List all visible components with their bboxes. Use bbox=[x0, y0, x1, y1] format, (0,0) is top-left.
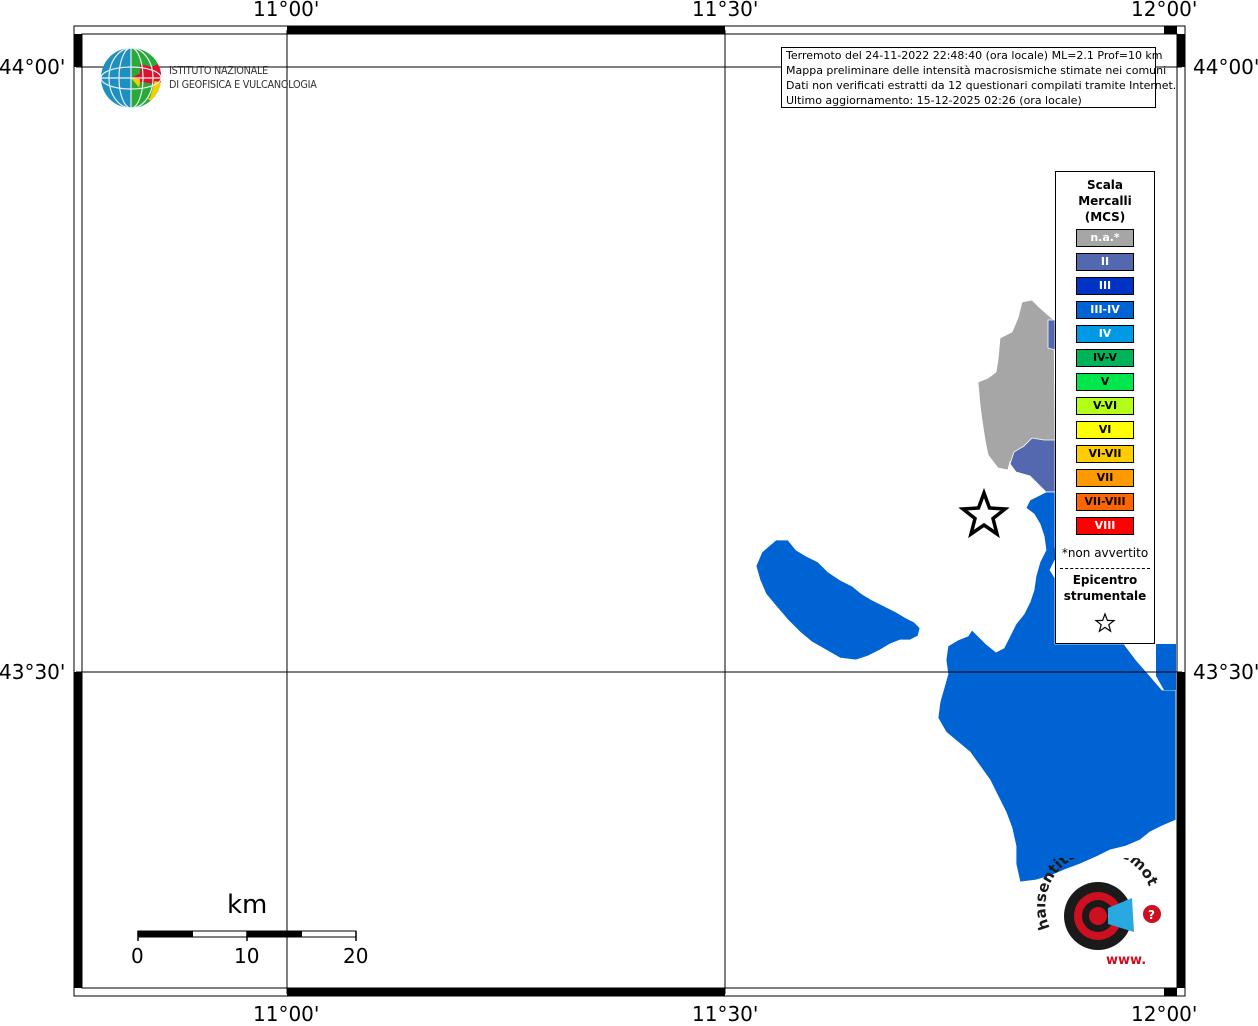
info-line1: Terremoto del 24-11-2022 22:48:40 (ora l… bbox=[786, 49, 1163, 62]
scale-tick-0: 0 bbox=[131, 944, 144, 968]
legend-epicenter-line1: Epicentro bbox=[1072, 573, 1138, 587]
lon-label-bottom-1130: 11°30' bbox=[692, 1002, 759, 1026]
lat-label-right-4400: 44°00' bbox=[1193, 55, 1258, 79]
legend-swatch: n.a.* bbox=[1076, 229, 1134, 247]
legend-swatch: V-VI bbox=[1076, 397, 1134, 415]
legend-title: Scala Mercalli (MCS) bbox=[1056, 177, 1154, 225]
lat-label-right-4330: 43°30' bbox=[1193, 660, 1258, 684]
legend-swatch: III bbox=[1076, 277, 1134, 295]
scale-tick-20: 20 bbox=[343, 944, 369, 968]
legend-note: *non avvertito bbox=[1061, 546, 1149, 560]
hst-question-icon: ? bbox=[1148, 908, 1155, 922]
scale-bar bbox=[137, 930, 357, 941]
lat-label-left-4330: 43°30' bbox=[0, 660, 66, 684]
haisentito-logo: ? haisentitoilterremoto.it www. bbox=[1036, 858, 1162, 968]
legend-separator bbox=[1060, 568, 1150, 569]
legend-swatch: II bbox=[1076, 253, 1134, 271]
info-line4: Ultimo aggiornamento: 15-12-2025 02:26 (… bbox=[786, 94, 1082, 107]
legend-epicenter-label: Epicentro strumentale bbox=[1056, 572, 1154, 604]
hst-www-text: www. bbox=[1106, 953, 1146, 968]
legend-title-line1: Scala bbox=[1086, 178, 1124, 192]
legend-star-icon bbox=[1094, 612, 1116, 633]
earthquake-info-box: Terremoto del 24-11-2022 22:48:40 (ora l… bbox=[781, 47, 1177, 108]
scale-unit-label: km bbox=[227, 890, 268, 920]
scale-tick-10: 10 bbox=[234, 944, 260, 968]
lon-label-top-1130: 11°30' bbox=[692, 0, 759, 21]
legend-title-line3: (MCS) bbox=[1084, 210, 1126, 224]
legend-title-line2: Mercalli bbox=[1078, 194, 1132, 208]
area-iii-iv-west[interactable] bbox=[755, 539, 921, 661]
legend-swatch: IV bbox=[1076, 325, 1134, 343]
info-line2: Mappa preliminare delle intensità macros… bbox=[786, 64, 1167, 77]
ingv-globe-icon bbox=[100, 47, 162, 109]
legend-epicenter-line2: strumentale bbox=[1063, 589, 1147, 603]
ingv-line2: DI GEOFISICA E VULCANOLOGIA bbox=[169, 78, 317, 91]
lon-label-top-1100: 11°00' bbox=[253, 0, 320, 21]
lon-label-top-1200: 12°00' bbox=[1131, 0, 1198, 21]
area-iii-iv-east-under-legend bbox=[1156, 644, 1176, 690]
lat-label-left-4400: 44°00' bbox=[0, 55, 66, 79]
legend-swatch: VIII bbox=[1076, 517, 1134, 535]
legend-swatch: V bbox=[1076, 373, 1134, 391]
ingv-logo-text: ISTITUTO NAZIONALE DI GEOFISICA E VULCAN… bbox=[169, 64, 317, 92]
legend-swatch: VI bbox=[1076, 421, 1134, 439]
legend-swatch: VII bbox=[1076, 469, 1134, 487]
ingv-line1: ISTITUTO NAZIONALE bbox=[169, 64, 268, 77]
legend-swatch: VII-VIII bbox=[1076, 493, 1134, 511]
legend-swatch: VI-VII bbox=[1076, 445, 1134, 463]
legend-swatch: IV-V bbox=[1076, 349, 1134, 367]
lon-label-bottom-1100: 11°00' bbox=[253, 1002, 320, 1026]
legend-swatch: III-IV bbox=[1076, 301, 1134, 319]
info-line3: Dati non verificati estratti da 12 quest… bbox=[786, 79, 1177, 92]
lon-label-bottom-1200: 12°00' bbox=[1131, 1002, 1198, 1026]
mcs-legend: Scala Mercalli (MCS) n.a.* II III III-IV IV I… bbox=[1055, 171, 1155, 644]
epicenter-star-icon[interactable] bbox=[958, 487, 1010, 539]
